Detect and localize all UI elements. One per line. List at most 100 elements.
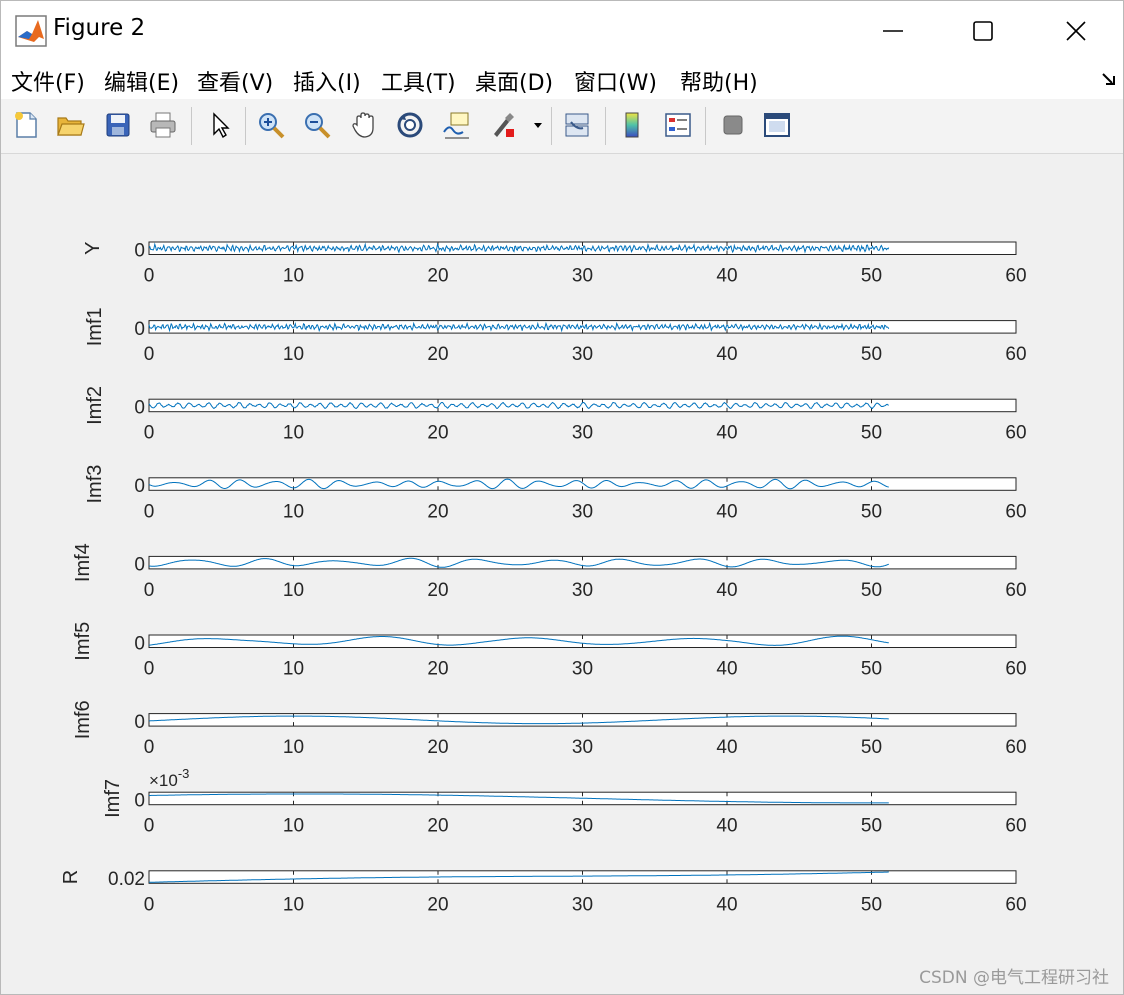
- watermark: CSDN @电气工程研习社: [919, 968, 1109, 988]
- x-tick-label: 50: [861, 894, 882, 915]
- x-tick-label: 10: [283, 344, 304, 365]
- toolbar-separator: [245, 107, 246, 145]
- menu-edit[interactable]: 编辑(E): [104, 65, 179, 97]
- y-axis-label: Imf5: [72, 622, 94, 661]
- y-axis-label: Imf3: [84, 465, 106, 504]
- toolbar-separator: [551, 107, 552, 145]
- y-axis-label: Imf6: [72, 700, 94, 739]
- y-tick-label: 0: [134, 397, 145, 418]
- show-plot-tools-button[interactable]: [760, 108, 794, 142]
- y-exponent-label: ×10-3: [149, 766, 189, 790]
- save-button[interactable]: [101, 108, 135, 142]
- menu-file[interactable]: 文件(F): [11, 65, 85, 97]
- pan-button[interactable]: [347, 108, 381, 142]
- data-cursor-button[interactable]: [439, 108, 473, 142]
- print-button[interactable]: [146, 108, 180, 142]
- emd-subplots: 0 10 20 30 40 50 60 0 Y 0 10 20 30 40 50 60 0 Imf1 0 10 20 30…: [60, 240, 1027, 915]
- x-tick-label: 50: [861, 737, 882, 758]
- x-tick-label: 30: [572, 659, 593, 680]
- menu-tools[interactable]: 工具(T): [381, 65, 456, 97]
- brush-dropdown-button[interactable]: [529, 108, 547, 142]
- menu-desktop[interactable]: 桌面(D): [475, 65, 553, 97]
- zoom-out-icon: [305, 113, 331, 139]
- x-tick-label: 0: [144, 423, 155, 444]
- menu-bar: 文件(F) 编辑(E) 查看(V) 插入(I) 工具(T) 桌面(D) 窗口(W…: [1, 61, 1123, 99]
- x-tick-label: 10: [283, 737, 304, 758]
- x-tick-label: 0: [144, 580, 155, 601]
- x-tick-label: 60: [1005, 580, 1026, 601]
- x-tick-label: 10: [283, 894, 304, 915]
- open-file-button[interactable]: [53, 108, 87, 142]
- x-tick-label: 40: [716, 501, 737, 522]
- figure-canvas[interactable]: 0 10 20 30 40 50 60 0 Y 0 10 20 30 40 50 60 0 Imf1 0 10 20 30…: [1, 154, 1123, 994]
- toolbar-separator: [705, 107, 706, 145]
- x-tick-label: 30: [572, 737, 593, 758]
- zoom-in-button[interactable]: [254, 108, 288, 142]
- x-tick-label: 50: [861, 580, 882, 601]
- maximize-icon: [973, 21, 993, 41]
- maximize-button[interactable]: [953, 9, 1013, 53]
- x-tick-label: 50: [861, 816, 882, 837]
- minimize-button[interactable]: [863, 9, 923, 53]
- x-tick-label: 60: [1005, 816, 1026, 837]
- close-icon: [1066, 21, 1086, 41]
- x-tick-label: 40: [716, 816, 737, 837]
- toolbar-separator: [605, 107, 606, 145]
- x-tick-label: 40: [716, 659, 737, 680]
- x-tick-label: 50: [861, 501, 882, 522]
- x-tick-label: 60: [1005, 894, 1026, 915]
- x-tick-label: 30: [572, 501, 593, 522]
- x-tick-label: 20: [427, 423, 448, 444]
- legend-button[interactable]: [661, 108, 695, 142]
- menu-view[interactable]: 查看(V): [197, 65, 273, 97]
- x-tick-label: 30: [572, 894, 593, 915]
- print-icon: [150, 112, 176, 138]
- pointer-button[interactable]: [203, 108, 237, 142]
- colorbar-button[interactable]: [615, 108, 649, 142]
- x-tick-label: 0: [144, 266, 155, 287]
- dock-arrow-icon[interactable]: [1101, 71, 1117, 87]
- x-tick-label: 10: [283, 423, 304, 444]
- x-tick-label: 40: [716, 580, 737, 601]
- x-tick-label: 10: [283, 501, 304, 522]
- x-tick-label: 50: [861, 344, 882, 365]
- rotate-3d-button[interactable]: [393, 108, 427, 142]
- y-tick-label: 0: [134, 633, 145, 654]
- x-tick-label: 10: [283, 659, 304, 680]
- x-tick-label: 20: [427, 266, 448, 287]
- x-tick-label: 40: [716, 344, 737, 365]
- y-tick-label: 0: [134, 240, 145, 261]
- menu-window[interactable]: 窗口(W): [574, 65, 657, 97]
- close-button[interactable]: [1046, 9, 1106, 53]
- zoom-out-button[interactable]: [300, 108, 334, 142]
- y-axis-label: Imf7: [102, 779, 124, 818]
- figure-toolbar: [1, 99, 1123, 154]
- brush-button[interactable]: [486, 108, 520, 142]
- pointer-icon: [213, 112, 230, 139]
- x-tick-label: 40: [716, 894, 737, 915]
- x-tick-label: 50: [861, 266, 882, 287]
- hide-plot-tools-icon: [723, 115, 743, 135]
- brush-icon: [494, 113, 514, 137]
- title-bar[interactable]: Figure 2: [1, 1, 1123, 61]
- menu-help[interactable]: 帮助(H): [680, 65, 758, 97]
- new-figure-button[interactable]: [9, 108, 43, 142]
- colorbar-icon: [625, 112, 639, 138]
- x-tick-label: 40: [716, 737, 737, 758]
- link-plot-button[interactable]: [560, 108, 594, 142]
- x-tick-label: 60: [1005, 266, 1026, 287]
- x-tick-label: 60: [1005, 659, 1026, 680]
- x-tick-label: 0: [144, 659, 155, 680]
- y-axis-label: Imf2: [84, 386, 106, 425]
- rotate-3d-icon: [397, 112, 423, 138]
- x-tick-label: 60: [1005, 737, 1026, 758]
- data-cursor-icon: [443, 112, 469, 139]
- hide-plot-tools-button[interactable]: [716, 108, 750, 142]
- x-tick-label: 20: [427, 737, 448, 758]
- y-axis-label: Imf4: [72, 543, 94, 582]
- x-tick-label: 30: [572, 266, 593, 287]
- x-tick-label: 50: [861, 659, 882, 680]
- x-tick-label: 20: [427, 344, 448, 365]
- menu-insert[interactable]: 插入(I): [293, 65, 361, 97]
- x-tick-label: 10: [283, 816, 304, 837]
